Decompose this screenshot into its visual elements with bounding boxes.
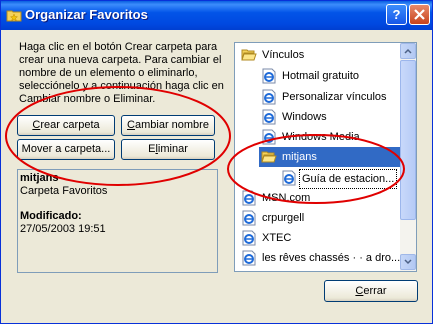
close-button[interactable]: Cerrar: [324, 280, 418, 302]
scroll-down-button[interactable]: [400, 254, 416, 270]
favorites-tree[interactable]: Vínculos Hotmail gratuito Personalizar v…: [234, 42, 417, 272]
ie-page-icon: [242, 210, 256, 226]
ie-page-icon: [242, 230, 256, 246]
ie-page-icon: [262, 109, 276, 125]
title-bar[interactable]: Organizar Favoritos ?: [1, 1, 432, 30]
close-icon: [414, 9, 425, 20]
ie-page-icon: [262, 129, 276, 145]
tree-scrollbar[interactable]: [400, 43, 416, 271]
window-title: Organizar Favoritos: [25, 7, 148, 22]
rename-button[interactable]: Cambiar nombre: [121, 115, 215, 136]
ie-page-icon: [282, 170, 296, 186]
instructions-text: Haga clic en el botón Crear carpeta para…: [19, 41, 224, 105]
close-window-button[interactable]: [409, 4, 430, 25]
ie-page-icon: [262, 68, 276, 84]
ie-page-icon: [262, 89, 276, 105]
delete-button[interactable]: Eliminar: [121, 139, 215, 160]
create-folder-button[interactable]: Crear carpeta: [17, 115, 115, 136]
ie-page-icon: [242, 250, 256, 266]
folder-open-icon: [261, 151, 277, 163]
item-name: mitjans: [20, 172, 59, 184]
scroll-up-button[interactable]: [400, 43, 416, 59]
item-type: Carpeta Favoritos: [20, 185, 108, 197]
tree-item-mitjans[interactable]: mitjans: [259, 147, 401, 167]
favorites-folder-icon: [6, 10, 22, 22]
modified-value: 27/05/2003 19:51: [20, 223, 106, 235]
organize-favorites-dialog: Organizar Favoritos ? Haga clic en el bo…: [0, 0, 433, 324]
item-info-panel: mitjans Carpeta Favoritos Modificado: 27…: [17, 169, 218, 273]
scroll-thumb[interactable]: [400, 60, 416, 220]
modified-label: Modificado:: [20, 210, 82, 222]
chevron-down-icon: [404, 259, 412, 265]
help-button[interactable]: ?: [386, 4, 407, 25]
chevron-up-icon: [404, 48, 412, 54]
folder-open-icon: [241, 49, 257, 61]
move-to-folder-button[interactable]: Mover a carpeta...: [17, 139, 115, 160]
ie-page-icon: [242, 190, 256, 206]
